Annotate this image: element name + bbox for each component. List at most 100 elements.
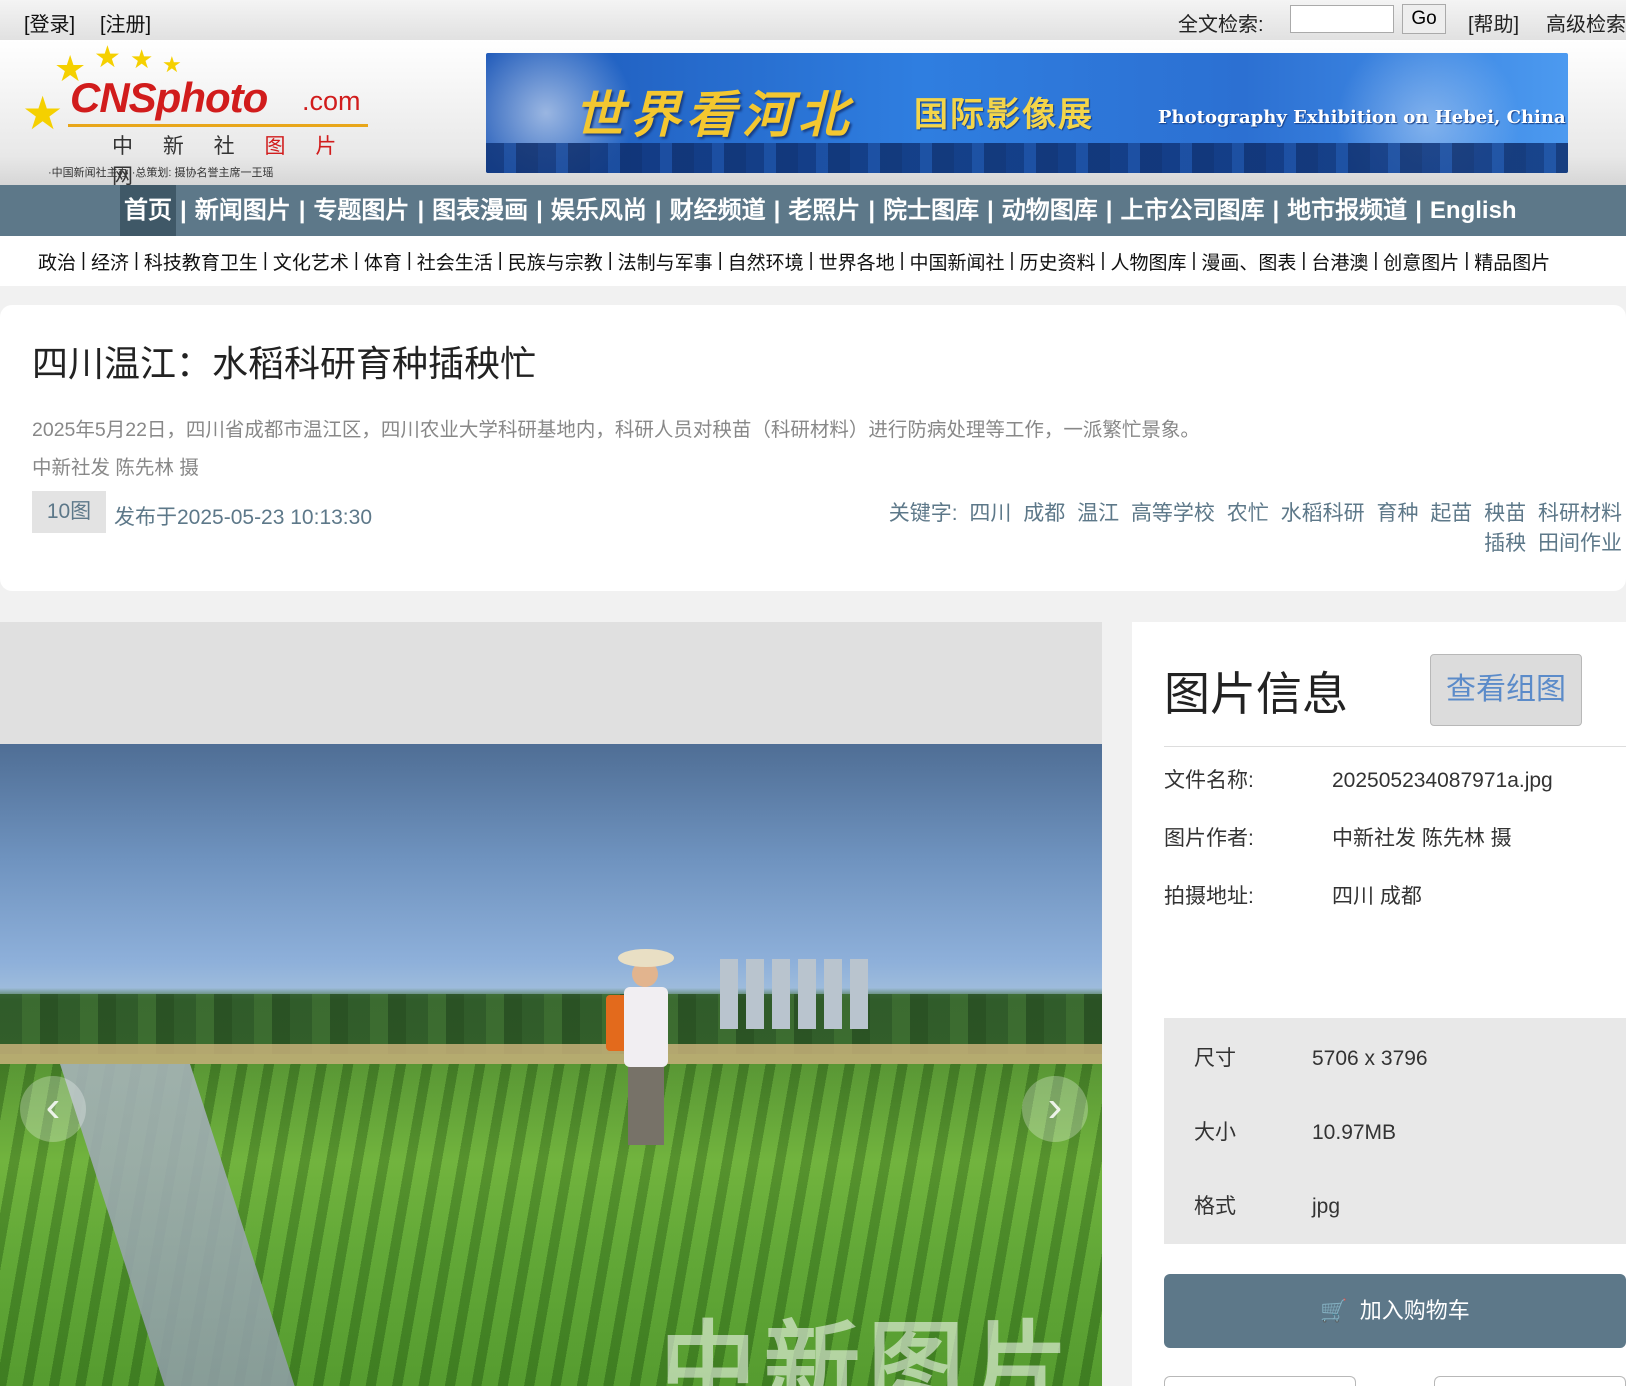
category-link[interactable]: 民族与宗教	[508, 248, 603, 275]
category-separator: |	[607, 250, 613, 271]
nav-separator: |	[1415, 196, 1422, 224]
main-nav-item[interactable]: 老照片	[784, 185, 864, 236]
file-name-row: 文件名称: 202505234087971a.jpg	[1164, 764, 1553, 794]
article-card: 四川温江：水稻科研育种插秧忙 2025年5月22日，四川省成都市温江区，四川农业…	[0, 305, 1626, 591]
view-group-button[interactable]: 查看组图	[1430, 654, 1582, 726]
format-value: jpg	[1312, 1195, 1341, 1218]
main-nav-item[interactable]: 专题图片	[309, 185, 413, 236]
main-photo[interactable]: 中新图片	[0, 744, 1102, 1386]
nav-separator: |	[654, 196, 662, 224]
category-link[interactable]: 人物图库	[1110, 248, 1186, 275]
format-label: 格式	[1194, 1195, 1236, 1218]
category-link[interactable]: 经济	[91, 248, 129, 275]
keyword-link[interactable]: 田间作业	[1538, 532, 1622, 555]
keyword-link[interactable]: 育种	[1376, 502, 1418, 525]
keyword-link[interactable]: 水稻科研	[1281, 502, 1365, 525]
dimension-row: 尺寸 5706 x 3796	[1194, 1042, 1428, 1072]
photo-info-heading: 图片信息	[1164, 668, 1348, 720]
category-link[interactable]: 台港澳	[1311, 248, 1368, 275]
nav-separator: |	[536, 196, 543, 224]
advanced-search-link[interactable]: 高级检索	[1546, 8, 1626, 37]
cart-icon: 🛒	[1320, 1298, 1348, 1323]
category-link[interactable]: 漫画、图表	[1201, 248, 1296, 275]
star-icon: ★	[130, 44, 154, 74]
cnsphoto-logo[interactable]: ★ ★ ★ ★ ★ CNSphoto .com 中 新 社 图 片 网 ·中国新…	[18, 41, 378, 188]
location-row: 拍摄地址: 四川 成都	[1164, 880, 1422, 910]
article-credit: 中新社发 陈先林 摄	[32, 457, 199, 479]
category-link[interactable]: 创意图片	[1383, 248, 1459, 275]
category-link[interactable]: 历史资料	[1019, 248, 1095, 275]
logo-cn-name-b: 图 片	[264, 135, 349, 158]
main-nav: 首页 | 新闻图片 | 专题图片 | 图表漫画 | 娱乐风尚 | 财经频道 | 老照片 | 院士图库 | 动物图…	[0, 185, 1626, 236]
logo-tagline: ·中国新闻社主办 ·总策划: 摄协名誉主席一王瑶	[48, 167, 274, 179]
dimension-label: 尺寸	[1194, 1047, 1236, 1070]
main-nav-item[interactable]: 娱乐风尚	[547, 185, 651, 236]
filesize-row: 大小 10.97MB	[1194, 1116, 1396, 1146]
category-separator: |	[1100, 250, 1106, 271]
category-link[interactable]: 文化艺术	[273, 248, 349, 275]
location-value: 四川 成都	[1332, 885, 1422, 908]
nav-separator: |	[1105, 196, 1113, 224]
main-nav-item[interactable]: 新闻图片	[191, 185, 295, 236]
add-to-cart-label: 加入购物车	[1359, 1298, 1470, 1323]
main-nav-item[interactable]: 上市公司图库	[1116, 185, 1268, 236]
category-link[interactable]: 科技教育卫生	[144, 248, 258, 275]
category-link[interactable]: 世界各地	[819, 248, 895, 275]
main-nav-item[interactable]: 地市报频道	[1283, 185, 1411, 236]
category-separator: |	[406, 250, 412, 271]
divider	[1164, 746, 1626, 747]
filesize-value: 10.97MB	[1312, 1121, 1397, 1144]
photo-specs: 尺寸 5706 x 3796 大小 10.97MB 格式 jpg	[1164, 1018, 1626, 1244]
add-to-cart-button[interactable]: 🛒 加入购物车	[1164, 1274, 1626, 1348]
login-link[interactable]: [登录]	[24, 8, 75, 37]
author-label: 图片作者:	[1164, 827, 1254, 850]
category-link[interactable]: 政治	[38, 248, 76, 275]
photo-researcher	[606, 949, 680, 1149]
photo-count-badge[interactable]: 10图	[32, 491, 106, 533]
category-link[interactable]: 法制与军事	[618, 248, 713, 275]
main-nav-item[interactable]: 动物图库	[998, 185, 1102, 236]
help-link[interactable]: [帮助]	[1468, 8, 1519, 37]
fulltext-search-input[interactable]	[1290, 5, 1394, 33]
category-nav: 政治 | 经济 | 科技教育卫生 | 文化艺术 | 体育 | 社会生活 | 民族与宗教 | 法制与军事 | 自然…	[0, 236, 1626, 286]
category-link[interactable]: 自然环境	[728, 248, 804, 275]
filesize-label: 大小	[1194, 1121, 1236, 1144]
previous-arrow-icon[interactable]: ‹	[20, 1076, 86, 1142]
search-go-button[interactable]: Go	[1402, 4, 1446, 34]
category-link[interactable]: 中国新闻社	[910, 248, 1005, 275]
category-separator: |	[1009, 250, 1015, 271]
nav-separator: |	[417, 196, 425, 224]
category-link[interactable]: 精品图片	[1474, 248, 1550, 275]
register-link[interactable]: [注册]	[100, 8, 151, 37]
banner-english: Photography Exhibition on Hebei, China	[1158, 107, 1566, 128]
main-nav-item[interactable]: 图表漫画	[428, 185, 532, 236]
article-description: 2025年5月22日，四川省成都市温江区，四川农业大学科研基地内，科研人员对秧苗…	[32, 419, 1200, 441]
category-link[interactable]: 社会生活	[417, 248, 493, 275]
banner-title: 世界看河北	[574, 85, 854, 144]
keyword-link[interactable]: 成都	[1023, 502, 1065, 525]
main-nav-item[interactable]: 财经频道	[666, 185, 770, 236]
secondary-button-left[interactable]	[1164, 1376, 1356, 1386]
keyword-link[interactable]: 温江	[1077, 502, 1119, 525]
star-icon: ★	[94, 41, 121, 74]
category-separator: |	[1373, 250, 1379, 271]
location-label: 拍摄地址:	[1164, 885, 1254, 908]
keyword-link[interactable]: 插秧	[1484, 532, 1526, 555]
keyword-link[interactable]: 农忙	[1227, 502, 1269, 525]
secondary-button-right[interactable]	[1434, 1376, 1626, 1386]
keyword-link[interactable]: 高等学校	[1131, 502, 1215, 525]
keyword-link[interactable]: 秧苗	[1484, 502, 1526, 525]
category-separator: |	[353, 250, 359, 271]
next-arrow-icon[interactable]: ›	[1022, 1076, 1088, 1142]
main-nav-item[interactable]: 首页	[120, 185, 176, 236]
category-link[interactable]: 体育	[364, 248, 402, 275]
category-separator: |	[262, 250, 268, 271]
keyword-link[interactable]: 起苗	[1430, 502, 1472, 525]
main-nav-item[interactable]: 院士图库	[879, 185, 983, 236]
keyword-link[interactable]: 科研材料	[1538, 502, 1622, 525]
format-row: 格式 jpg	[1194, 1190, 1340, 1220]
logo-brand: CNSphoto	[70, 74, 268, 121]
keyword-link[interactable]: 四川	[969, 502, 1011, 525]
exhibition-banner[interactable]: 世界看河北 国际影像展 Photography Exhibition on He…	[486, 53, 1568, 173]
main-nav-item[interactable]: English	[1426, 185, 1521, 236]
